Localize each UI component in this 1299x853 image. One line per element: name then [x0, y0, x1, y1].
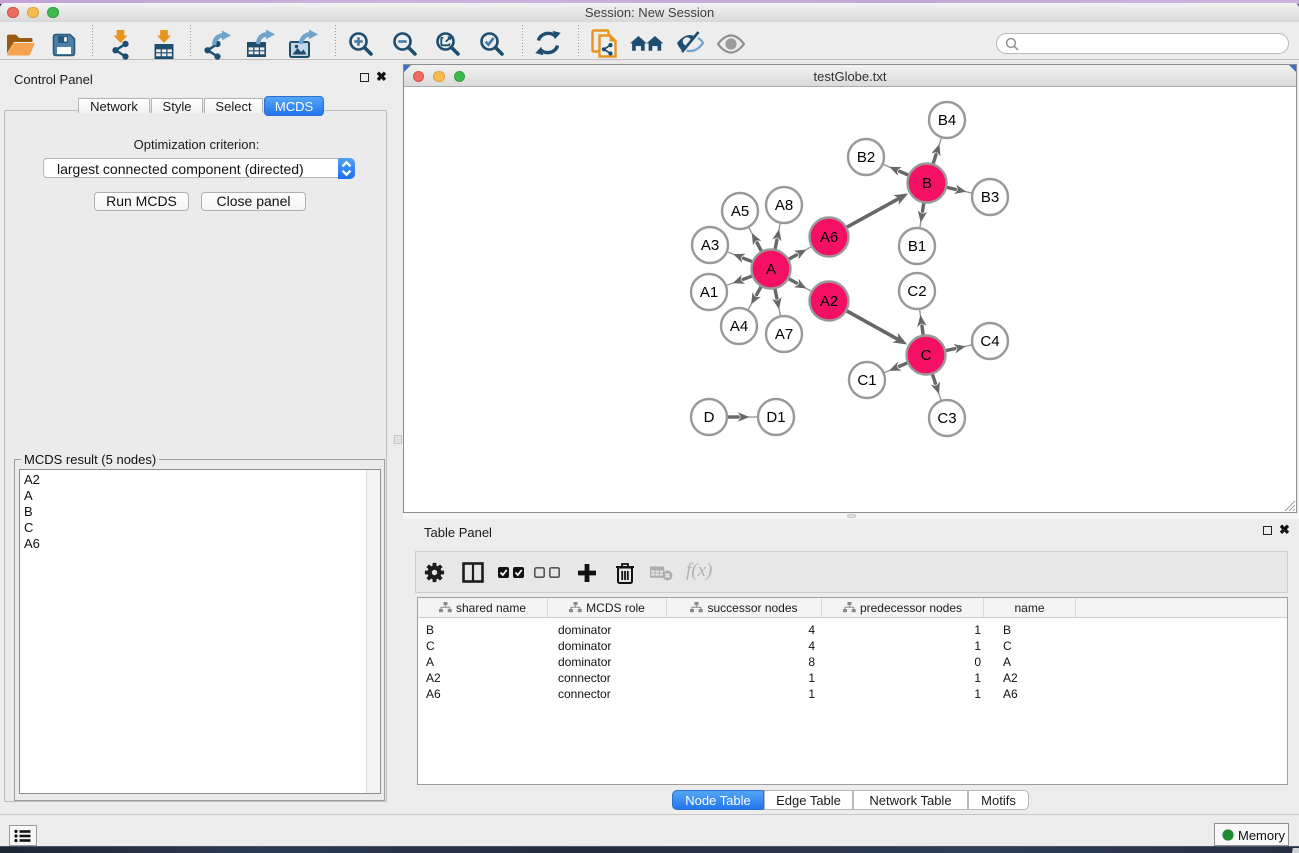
svg-text:A6: A6 — [820, 229, 838, 246]
svg-text:D1: D1 — [766, 409, 785, 426]
svg-text:A1: A1 — [700, 284, 718, 301]
svg-text:B: B — [922, 175, 932, 192]
svg-text:C4: C4 — [980, 333, 999, 350]
svg-text:A: A — [766, 261, 776, 278]
svg-text:A7: A7 — [775, 326, 793, 343]
svg-text:C2: C2 — [907, 283, 926, 300]
svg-text:C1: C1 — [857, 372, 876, 389]
svg-text:C: C — [921, 347, 932, 364]
svg-text:C3: C3 — [937, 410, 956, 427]
svg-text:A2: A2 — [820, 293, 838, 310]
svg-text:D: D — [704, 409, 715, 426]
svg-text:A8: A8 — [775, 197, 793, 214]
svg-text:B4: B4 — [938, 112, 956, 129]
svg-text:B2: B2 — [857, 149, 875, 166]
svg-text:A3: A3 — [701, 237, 719, 254]
svg-text:B1: B1 — [908, 238, 926, 255]
svg-text:B3: B3 — [981, 189, 999, 206]
svg-text:A4: A4 — [730, 318, 748, 335]
svg-text:A5: A5 — [731, 203, 749, 220]
